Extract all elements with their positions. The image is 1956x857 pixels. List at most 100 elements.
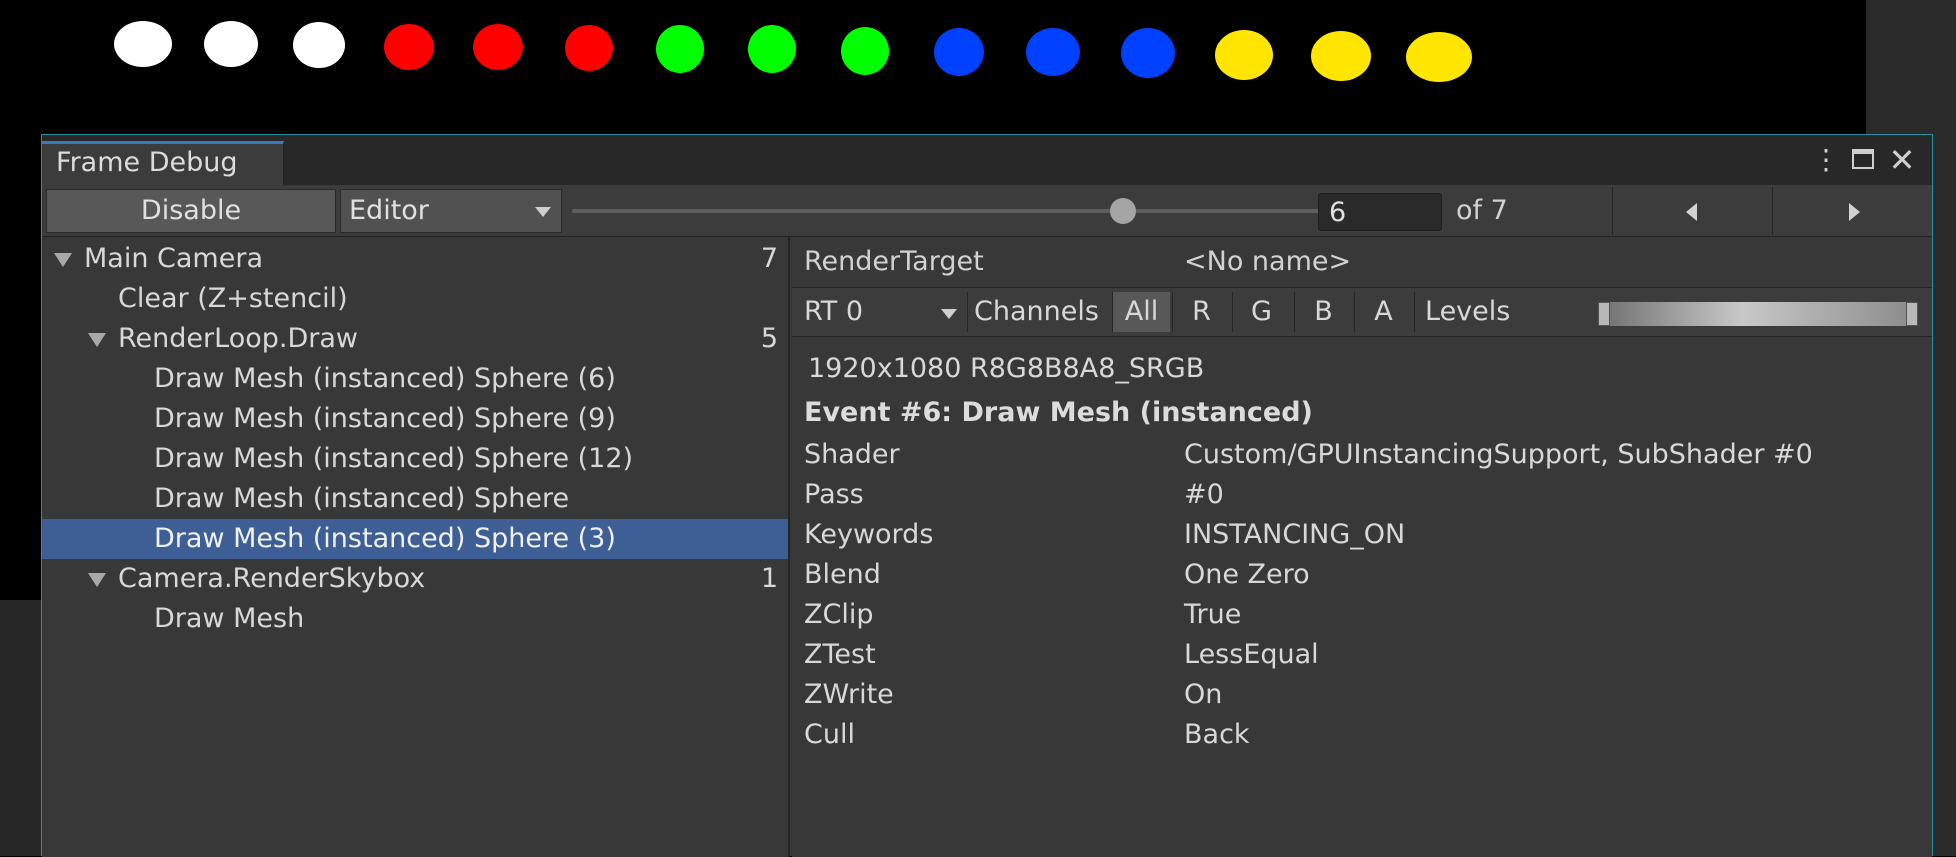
- sphere: [565, 25, 613, 71]
- channel-a-button[interactable]: A: [1354, 292, 1412, 332]
- slider-thumb[interactable]: [1109, 198, 1136, 224]
- property-row: Keywords INSTANCING_ON: [792, 515, 1932, 555]
- disable-button[interactable]: Disable: [46, 189, 336, 233]
- levels-min-handle[interactable]: [1598, 302, 1610, 326]
- tree-row-label: Clear (Z+stencil): [118, 283, 348, 314]
- property-value: On: [1184, 679, 1223, 710]
- event-tree: Main Camera 7 Clear (Z+stencil) RenderLoop.…: [42, 237, 790, 857]
- sphere: [1311, 31, 1371, 81]
- channel-r-button[interactable]: R: [1172, 292, 1230, 332]
- tree-row-label: Main Camera: [84, 243, 263, 274]
- property-value: LessEqual: [1184, 639, 1319, 670]
- sphere: [934, 28, 984, 76]
- render-target-value: <No name>: [1184, 246, 1352, 277]
- levels-max-handle[interactable]: [1906, 302, 1918, 326]
- previous-event-button[interactable]: [1612, 187, 1770, 235]
- rt-dropdown[interactable]: RT 0: [796, 292, 968, 332]
- channel-b-button[interactable]: B: [1294, 292, 1352, 332]
- property-row: ZWrite On: [792, 675, 1932, 715]
- property-row: Pass #0: [792, 475, 1932, 515]
- game-view-scene: [0, 0, 1866, 134]
- tree-row[interactable]: Draw Mesh (instanced) Sphere (3): [42, 519, 788, 559]
- levels-label: Levels: [1414, 292, 1510, 332]
- tree-row-label: Draw Mesh (instanced) Sphere: [154, 483, 570, 514]
- kebab-menu-icon[interactable]: ⋮: [1812, 145, 1840, 175]
- property-row: Cull Back: [792, 715, 1932, 755]
- sphere: [748, 25, 796, 73]
- next-event-button[interactable]: [1772, 187, 1930, 235]
- property-name: Shader: [804, 439, 900, 470]
- tree-row-label: Draw Mesh: [154, 603, 305, 634]
- sphere: [1215, 30, 1273, 80]
- render-target-format: 1920x1080 R8G8B8A8_SRGB: [808, 353, 1205, 384]
- tree-row[interactable]: Clear (Z+stencil): [42, 279, 788, 319]
- tree-row-label: Draw Mesh (instanced) Sphere (12): [154, 443, 634, 474]
- maximize-icon[interactable]: [1850, 145, 1878, 175]
- target-dropdown[interactable]: Editor: [340, 189, 562, 233]
- sphere: [114, 21, 172, 67]
- triangle-left-icon: [1686, 203, 1697, 221]
- event-title: Event #6: Draw Mesh (instanced): [804, 397, 1313, 428]
- sphere: [473, 24, 523, 70]
- tree-row-label: Draw Mesh (instanced) Sphere (9): [154, 403, 616, 434]
- event-details-panel: RenderTarget <No name> RT 0 Channels All…: [792, 237, 1932, 857]
- property-value: Back: [1184, 719, 1250, 750]
- triangle-right-icon: [1849, 203, 1860, 221]
- close-icon[interactable]: ✕: [1888, 144, 1916, 176]
- tree-row-count: 1: [760, 563, 778, 594]
- event-total-label: of 7: [1456, 195, 1508, 226]
- property-value: True: [1184, 599, 1242, 630]
- channel-all-button[interactable]: All: [1112, 292, 1170, 332]
- render-target-row: RenderTarget <No name>: [792, 237, 1932, 287]
- property-row: ZClip True: [792, 595, 1932, 635]
- chevron-down-icon: [941, 309, 957, 319]
- sphere: [656, 25, 704, 73]
- channels-label: Channels: [974, 296, 1099, 327]
- render-target-label: RenderTarget: [804, 246, 984, 277]
- tree-row[interactable]: Camera.RenderSkybox 1: [42, 559, 788, 599]
- tree-row[interactable]: Draw Mesh (instanced) Sphere (6): [42, 359, 788, 399]
- expand-arrow-icon[interactable]: [88, 573, 106, 587]
- tree-row-label: Draw Mesh (instanced) Sphere (3): [154, 523, 616, 554]
- property-value: INSTANCING_ON: [1184, 519, 1406, 550]
- property-row: Shader Custom/GPUInstancingSupport, SubSh…: [792, 435, 1932, 475]
- property-row: Blend One Zero: [792, 555, 1932, 595]
- tree-row-label: RenderLoop.Draw: [118, 323, 358, 354]
- property-name: ZClip: [804, 599, 874, 630]
- property-value: #0: [1184, 479, 1224, 510]
- tree-row-label: Draw Mesh (instanced) Sphere (6): [154, 363, 616, 394]
- event-slider[interactable]: [572, 195, 1350, 227]
- property-name: ZTest: [804, 639, 876, 670]
- property-value: One Zero: [1184, 559, 1310, 590]
- property-row: ZTest LessEqual: [792, 635, 1932, 675]
- tree-row[interactable]: Draw Mesh: [42, 599, 788, 639]
- tree-row-label: Camera.RenderSkybox: [118, 563, 426, 594]
- tab-frame-debug[interactable]: Frame Debug: [42, 141, 284, 185]
- sphere: [1121, 28, 1175, 78]
- sphere: [1026, 28, 1080, 76]
- rt-dropdown-value: RT 0: [804, 296, 864, 327]
- tree-row[interactable]: Main Camera 7: [42, 239, 788, 279]
- levels-slider[interactable]: [1598, 302, 1918, 326]
- expand-arrow-icon[interactable]: [54, 253, 72, 267]
- sphere: [1406, 32, 1472, 82]
- tree-row[interactable]: Draw Mesh (instanced) Sphere (9): [42, 399, 788, 439]
- tree-row[interactable]: Draw Mesh (instanced) Sphere (12): [42, 439, 788, 479]
- frame-debugger-window: Frame Debug ⋮ ✕ Disable Editor of 7 Main…: [41, 134, 1933, 857]
- chevron-down-icon: [535, 207, 551, 217]
- tree-row[interactable]: RenderLoop.Draw 5: [42, 319, 788, 359]
- property-name: Cull: [804, 719, 855, 750]
- property-name: Keywords: [804, 519, 934, 550]
- target-dropdown-value: Editor: [349, 195, 429, 226]
- sphere: [204, 21, 258, 67]
- event-index-input[interactable]: [1318, 193, 1442, 231]
- tree-row-count: 5: [760, 323, 778, 354]
- property-name: Blend: [804, 559, 881, 590]
- property-name: Pass: [804, 479, 864, 510]
- tree-row[interactable]: Draw Mesh (instanced) Sphere: [42, 479, 788, 519]
- expand-arrow-icon[interactable]: [88, 333, 106, 347]
- sphere: [384, 24, 434, 70]
- window-tab-bar: Frame Debug ⋮ ✕: [42, 135, 1932, 185]
- channel-g-button[interactable]: G: [1232, 292, 1290, 332]
- editor-backdrop-left: [0, 600, 42, 856]
